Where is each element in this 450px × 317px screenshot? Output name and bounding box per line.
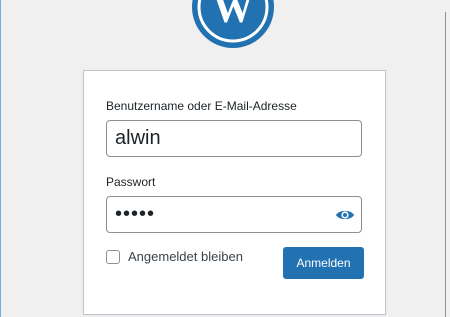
window-edge <box>445 12 446 317</box>
password-label: Passwort <box>106 175 156 189</box>
remember-me-checkbox[interactable] <box>106 249 120 264</box>
wordpress-logo-icon[interactable]: W <box>192 0 274 48</box>
focus-frame-edge <box>0 0 1 317</box>
username-input[interactable] <box>106 120 362 157</box>
login-button[interactable]: Anmelden <box>283 247 364 279</box>
username-label: Benutzername oder E-Mail-Adresse <box>106 99 297 113</box>
eye-icon <box>336 210 354 219</box>
show-password-button[interactable] <box>330 200 360 229</box>
svg-text:W: W <box>213 0 253 31</box>
login-form: Benutzername oder E-Mail-Adresse Passwor… <box>83 70 386 315</box>
password-input[interactable] <box>106 196 362 233</box>
remember-me-row: Angemeldet bleiben <box>106 249 243 264</box>
remember-me-label[interactable]: Angemeldet bleiben <box>128 249 243 264</box>
